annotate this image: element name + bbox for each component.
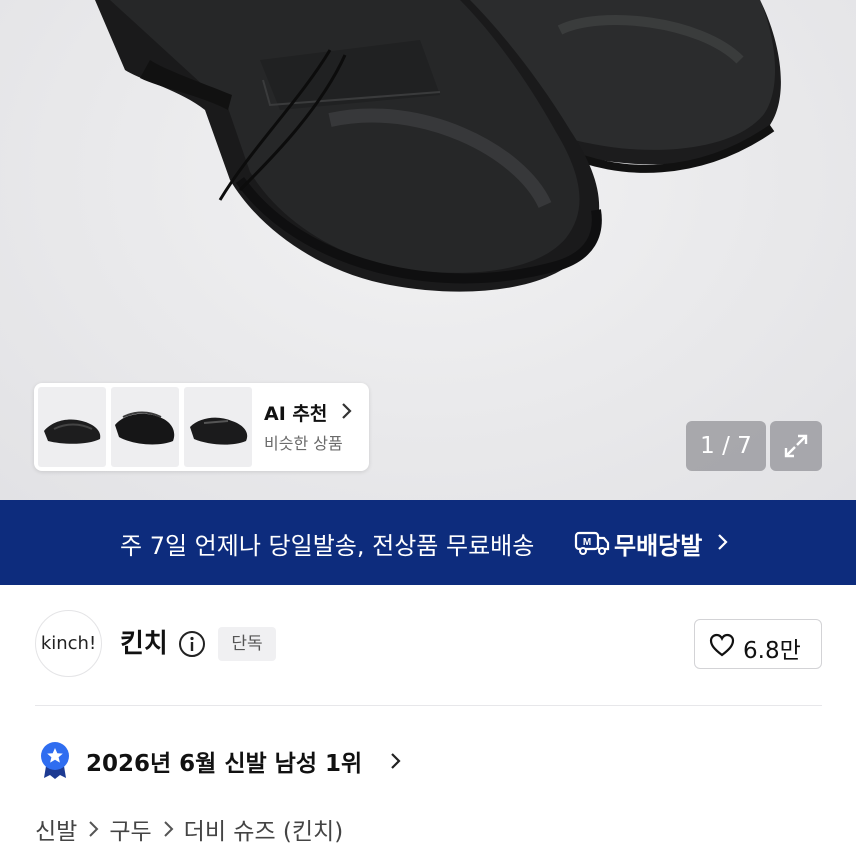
breadcrumb-item[interactable]: 신발 [35,812,77,846]
info-icon[interactable] [178,630,206,658]
breadcrumb-item[interactable]: 더비 슈즈 (킨치) [184,812,344,846]
ai-recommend-card[interactable]: AI 추천 비슷한 상품 [34,383,369,471]
brand-name[interactable]: 킨치 [120,623,168,660]
chevron-right-icon [391,753,401,769]
heart-icon [709,633,735,657]
brand-logo[interactable]: kinch! [35,610,102,677]
exclusive-badge: 단독 [218,627,276,661]
like-button[interactable]: 6.8만 [694,619,822,669]
like-count: 6.8만 [743,638,801,664]
chevron-right-icon [87,820,99,838]
shipping-banner[interactable]: 주 7일 언제나 당일발송, 전상품 무료배송 M 무배당발 [0,500,856,585]
expand-icon [784,434,808,458]
ranking-text[interactable]: 2026년 6월 신발 남성 1위 [86,744,362,778]
similar-product-thumb[interactable] [38,387,106,467]
shipping-brand-label: 무배당발 [614,532,703,560]
similar-product-thumb[interactable] [111,387,179,467]
truck-icon: M [574,531,610,555]
ai-recommend-subtitle: 비슷한 상품 [264,434,343,453]
expand-button[interactable] [770,421,822,471]
breadcrumb-item[interactable]: 구두 [109,812,151,846]
chevron-right-icon [342,403,352,419]
similar-product-thumb[interactable] [184,387,252,467]
image-counter: 1 / 7 [686,421,766,471]
divider [35,705,822,706]
breadcrumb: 신발 구두 더비 슈즈 (킨치) [35,812,343,846]
chevron-right-icon [718,534,728,550]
rank-medal-icon [41,742,69,779]
chevron-right-icon [162,820,174,838]
product-image[interactable]: AI 추천 비슷한 상품 1 / 7 [0,0,856,500]
ai-recommend-title[interactable]: AI 추천 [264,399,327,426]
svg-text:M: M [583,537,591,548]
shipping-banner-text: 주 7일 언제나 당일발송, 전상품 무료배송 [120,532,535,560]
